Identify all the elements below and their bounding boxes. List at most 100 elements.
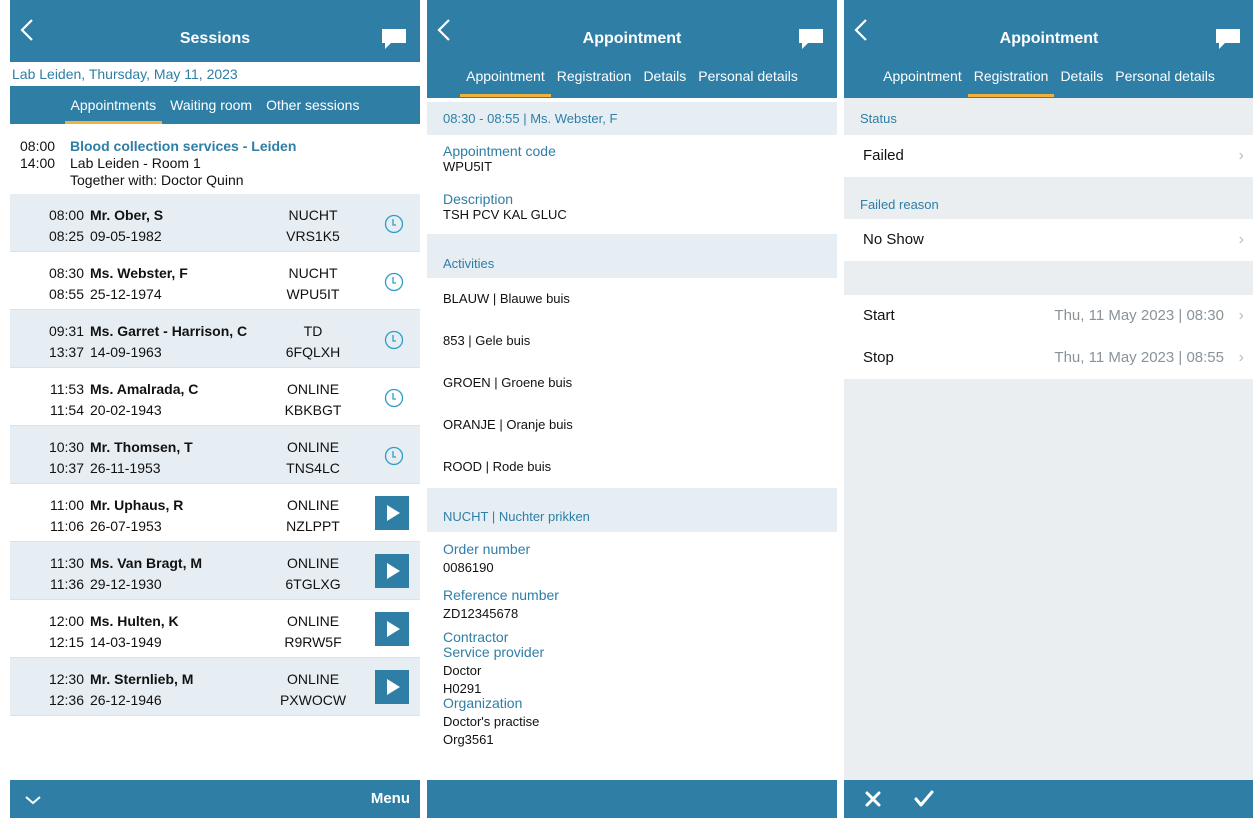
stop-row[interactable]: Stop Thu, 11 May 2023 | 08:55 › [844,337,1253,379]
back-arrow-icon[interactable] [435,18,459,42]
appointment-codes: ONLINE PXWOCW [278,669,348,711]
appointment-code: KBKBGT [284,402,342,418]
status-value: Failed [863,147,904,164]
tab-appointment[interactable]: Appointment [881,68,964,84]
appointment-end: 08:25 [48,228,84,244]
appointment-start: 12:30 [48,671,84,687]
back-arrow-icon[interactable] [18,18,42,42]
clock-icon[interactable] [384,330,404,350]
field-label: Description [443,191,514,207]
appointment-codes: ONLINE 6TGLXG [278,553,348,595]
appointment-end: 11:06 [50,518,84,534]
sessions-header: Sessions [10,0,420,62]
clock-icon[interactable] [384,272,404,292]
patient-name: Mr. Thomsen, T [90,439,193,455]
appointment-start: 11:00 [50,497,84,513]
patient-name: Ms. Garret - Harrison, C [90,323,248,339]
contractor-field: Contractor Service provider Doctor H0291… [427,625,837,747]
tab-registration[interactable]: Registration [555,68,634,84]
tab-personal-details[interactable]: Personal details [1113,68,1217,84]
check-icon[interactable] [914,790,934,808]
appointment-row[interactable]: 08:00 08:25 Mr. Ober, S 09-05-1982 NUCHT VRS1… [10,194,420,252]
tab-registration[interactable]: Registration [967,68,1055,97]
registration-header: Appointment Appointment Registration Det… [844,0,1253,98]
play-button[interactable] [375,496,409,530]
sessions-panel: Sessions Lab Leiden, Thursday, May 11, 2… [10,0,420,818]
appointment-end: 10:37 [48,460,84,476]
chat-icon[interactable] [380,28,408,50]
close-icon[interactable] [864,790,882,808]
appointment-end: 08:55 [48,286,84,302]
tab-waiting-room[interactable]: Waiting room [168,97,254,113]
tab-details[interactable]: Details [1058,68,1105,84]
chat-icon[interactable] [797,28,825,50]
appointment-row[interactable]: 10:30 10:37 Mr. Thomsen, T 26-11-1953 ONLINE… [10,426,420,484]
appointment-start: 11:53 [50,381,84,397]
appointment-end: 11:54 [50,402,84,418]
tab-details[interactable]: Details [641,68,688,84]
play-button[interactable] [375,612,409,646]
appointment-type-code: ONLINE [286,381,340,397]
appointment-code-field: Appointment code WPU5IT [427,135,837,175]
clock-icon[interactable] [384,214,404,234]
appointment-row[interactable]: 08:30 08:55 Ms. Webster, F 25-12-1974 NUCHT W… [10,252,420,310]
start-label: Start [863,307,895,324]
appointment-type-code: ONLINE [286,439,340,455]
appointment-row[interactable]: 12:00 12:15 Ms. Hulten, K 14-03-1949 ONLINE R… [10,600,420,658]
order-number-field: Order number 0086190 [427,532,837,579]
patient-dob: 25-12-1974 [90,286,162,302]
chevron-down-icon[interactable] [24,794,42,806]
tab-other-sessions[interactable]: Other sessions [264,97,361,113]
appointment-times: 11:30 11:36 [48,553,84,595]
appointment-times: 08:00 08:25 [48,205,84,247]
clock-icon[interactable] [384,446,404,466]
activity-item: ROOD | Rode buis [443,459,552,474]
appointment-start: 09:31 [48,323,84,339]
appointment-code: R9RW5F [284,634,342,650]
appointment-row[interactable]: 11:30 11:36 Ms. Van Bragt, M 29-12-1930 ONLI… [10,542,420,600]
field-label: Order number [443,541,531,557]
back-arrow-icon[interactable] [852,18,876,42]
appointment-end: 11:36 [50,576,84,592]
patient-dob: 14-03-1949 [90,634,162,650]
menu-button[interactable]: Menu [371,790,410,807]
appointment-type-code: ONLINE [286,555,340,571]
clock-icon[interactable] [384,388,404,408]
play-button[interactable] [375,554,409,588]
play-button[interactable] [375,670,409,704]
appointment-row[interactable]: 12:30 12:36 Mr. Sternlieb, M 26-12-1946 ONLI… [10,658,420,716]
appointment-code: PXWOCW [279,692,347,708]
appointment-type-code: NUCHT [288,207,338,223]
patient-name: Ms. Webster, F [90,265,188,281]
tab-appointment[interactable]: Appointment [460,68,551,97]
tab-appointments[interactable]: Appointments [64,97,162,124]
stop-value: Thu, 11 May 2023 | 08:55 [1054,349,1224,366]
appointment-start: 11:30 [50,555,84,571]
page-title: Appointment [999,30,1099,47]
service-provider-code: H0291 [443,681,482,696]
patient-info: Mr. Thomsen, T 26-11-1953 [90,437,193,479]
failed-reason-row[interactable]: No Show › [844,219,1253,261]
registration-panel: Appointment Appointment Registration Det… [844,0,1253,818]
patient-dob: 14-09-1963 [90,344,162,360]
activities-list: BLAUW | Blauwe buis 853 | Gele buis GROEN … [427,278,837,488]
activity-item: 853 | Gele buis [443,333,531,348]
appointment-row[interactable]: 11:53 11:54 Ms. Amalrada, C 20-02-1943 ONLIN… [10,368,420,426]
appointment-codes: ONLINE KBKBGT [278,379,348,421]
status-row[interactable]: Failed › [844,135,1253,177]
appointment-row[interactable]: 09:31 13:37 Ms. Garret - Harrison, C 14-09-… [10,310,420,368]
patient-info: Ms. Hulten, K 14-03-1949 [90,611,179,653]
appointment-times: 12:00 12:15 [48,611,84,653]
appointment-time-patient: 08:30 - 08:55 | Ms. Webster, F [427,102,837,135]
chat-icon[interactable] [1214,28,1242,50]
appointment-code: TNS4LC [286,460,340,476]
patient-info: Mr. Ober, S 09-05-1982 [90,205,163,247]
appointment-type-code: NUCHT [288,265,338,281]
appointment-row[interactable]: 11:00 11:06 Mr. Uphaus, R 26-07-1953 ONLINE N… [10,484,420,542]
registration-body: Status Failed › Failed reason No Show › … [844,102,1253,379]
start-row[interactable]: Start Thu, 11 May 2023 | 08:30 › [844,295,1253,337]
field-value: ZD12345678 [443,606,519,621]
appointment-times: 11:53 11:54 [48,379,84,421]
tab-personal-details[interactable]: Personal details [696,68,800,84]
field-label: Reference number [443,587,559,603]
